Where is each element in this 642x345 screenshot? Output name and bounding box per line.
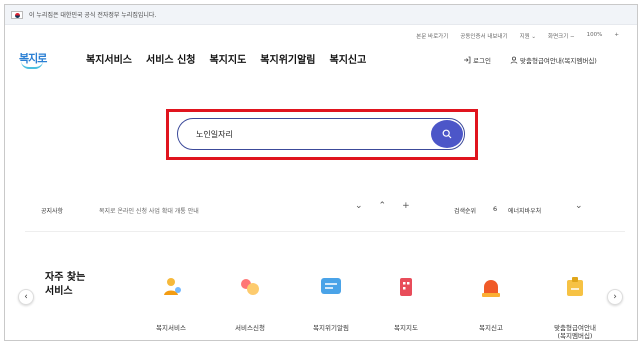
gov-banner: 이 누리집은 대한민국 공식 전자정부 누리집입니다. <box>5 5 637 25</box>
search-rank-number: 6 <box>493 205 498 213</box>
plus-icon[interactable]: + <box>402 201 410 211</box>
rank-chevron-down-icon[interactable]: ⌄ <box>575 201 583 211</box>
nav-service-apply[interactable]: 서비스 신청 <box>146 51 195 66</box>
service-item-crisis[interactable]: 복지위기알림 <box>291 275 371 332</box>
search-input[interactable] <box>196 129 426 139</box>
zoom-out-button[interactable]: 화면크기 − <box>548 32 575 40</box>
support-dropdown[interactable]: 지원 ⌄ <box>520 32 536 40</box>
badge-icon <box>567 277 583 296</box>
utility-links: 본문 바로가기 공동인증서 내보내기 지원 ⌄ 화면크기 − 100% + <box>416 32 619 40</box>
membership-label: 맞춤형급여안내(복지멤버십) <box>520 57 597 65</box>
login-label: 로그인 <box>473 57 491 65</box>
building-icon <box>400 278 412 296</box>
nav-welfare-services[interactable]: 복지서비스 <box>86 51 132 66</box>
gov-banner-text: 이 누리집은 대한민국 공식 전자정부 누리집입니다. <box>29 12 157 19</box>
nav-welfare-report[interactable]: 복지신고 <box>330 51 367 66</box>
search-bar <box>177 118 465 150</box>
notice-label: 공지사항 <box>41 208 64 215</box>
chevron-up-icon[interactable]: ⌃ <box>379 201 387 211</box>
logo-smile-icon <box>21 61 43 69</box>
siren-icon <box>482 280 500 297</box>
service-item-map[interactable]: 복지지도 <box>366 275 446 332</box>
membership-link[interactable]: 맞춤형급여안내(복지멤버십) <box>510 55 597 65</box>
user-icon <box>510 56 518 64</box>
service-label: 복지서비스 <box>156 324 186 332</box>
bubbles-icon <box>241 279 259 295</box>
service-item-welfare[interactable]: 복지서비스 <box>131 275 211 332</box>
carousel-prev-button[interactable]: ‹ <box>18 289 34 305</box>
search-rank-label: 검색순위 <box>454 208 477 215</box>
export-certificate-link[interactable]: 공동인증서 내보내기 <box>460 32 507 40</box>
skip-to-content-link[interactable]: 본문 바로가기 <box>416 32 448 40</box>
site-logo[interactable]: 복지로 <box>19 47 53 71</box>
nav-crisis-alert[interactable]: 복지위기알림 <box>260 51 315 66</box>
service-label: 맞춤형급여안내 (복지멤버십) <box>554 324 596 340</box>
frequent-services-title: 자주 찾는 서비스 <box>45 272 86 297</box>
page-frame: 이 누리집은 대한민국 공식 전자정부 누리집입니다. 본문 바로가기 공동인증… <box>4 4 638 341</box>
korea-flag-icon <box>11 10 23 19</box>
zoom-level: 100% <box>586 32 603 38</box>
notice-text[interactable]: 복지로 온라인 신청 사업 확대 개통 안내 <box>99 206 199 215</box>
search-button[interactable] <box>431 120 463 148</box>
service-item-report[interactable]: 복지신고 <box>451 275 531 332</box>
service-item-apply[interactable]: 서비스신청 <box>210 275 290 332</box>
nav-welfare-map[interactable]: 복지지도 <box>209 51 246 66</box>
service-label: 복지지도 <box>394 324 418 332</box>
chevron-down-icon[interactable]: ⌄ <box>355 201 363 211</box>
search-rank-term[interactable]: 에너지바우처 <box>508 206 541 215</box>
zoom-in-button[interactable]: + <box>614 32 619 40</box>
search-icon <box>442 129 452 139</box>
notice-controls: ⌄ ⌃ + <box>355 201 410 211</box>
service-label: 복지위기알림 <box>313 324 349 332</box>
message-icon <box>321 278 341 294</box>
divider <box>25 231 625 232</box>
service-label: 복지신고 <box>479 324 503 332</box>
main-nav: 복지서비스 서비스 신청 복지지도 복지위기알림 복지신고 <box>86 51 366 66</box>
service-label: 서비스신청 <box>235 324 265 332</box>
service-item-membership[interactable]: 맞춤형급여안내 (복지멤버십) <box>535 275 615 340</box>
person-coin-icon <box>164 278 181 295</box>
login-link[interactable]: 로그인 <box>463 55 491 65</box>
login-icon <box>464 56 471 64</box>
